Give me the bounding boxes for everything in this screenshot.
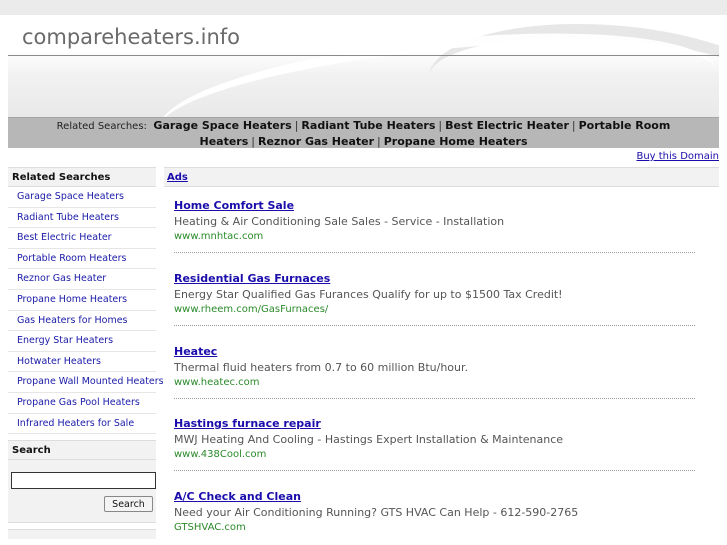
ad-item: Hastings furnace repair MWJ Heating And … xyxy=(174,416,695,471)
sidebar: Related Searches Garage Space Heaters Ra… xyxy=(8,167,164,540)
ad-title-link[interactable]: Heatec xyxy=(174,344,695,360)
sidebar-item[interactable]: Energy Star Heaters xyxy=(8,331,156,352)
related-searches-bar: Related Searches: Garage Space Heaters | R… xyxy=(8,117,719,148)
sidebar-item[interactable]: Garage Space Heaters xyxy=(8,187,156,208)
sidebar-item[interactable]: Propane Gas Pool Heaters xyxy=(8,392,156,414)
title-divider xyxy=(8,55,719,56)
sidebar-item[interactable]: Portable Room Heaters xyxy=(8,248,156,270)
sidebar-heading: Related Searches xyxy=(8,167,156,187)
ad-url-link[interactable]: www.438Cool.com xyxy=(174,448,695,462)
sidebar-bottom xyxy=(8,529,156,540)
sidebar-item[interactable]: Propane Home Heaters xyxy=(8,289,156,311)
ad-description: MWJ Heating And Cooling - Hastings Exper… xyxy=(174,433,564,446)
related-link[interactable]: Propane Home Heaters xyxy=(384,135,528,148)
ad-description: Energy Star Qualified Gas Furances Quali… xyxy=(174,288,563,301)
search-input[interactable] xyxy=(11,472,156,490)
search-heading: Search xyxy=(8,440,156,461)
top-bar xyxy=(0,0,727,15)
ad-title-link[interactable]: Home Comfort Sale xyxy=(174,198,695,214)
ad-url-link[interactable]: www.heatec.com xyxy=(174,376,695,390)
ad-description: Need your Air Conditioning Running? GTS … xyxy=(174,506,579,519)
sidebar-item[interactable]: Hotwater Heaters xyxy=(8,351,156,373)
separator: | xyxy=(377,135,381,148)
separator: | xyxy=(571,119,576,132)
ads-link[interactable]: Ads xyxy=(164,167,719,187)
ad-description: Thermal fluid heaters from 0.7 to 60 mil… xyxy=(174,361,469,374)
ad-url-link[interactable]: www.rheem.com/GasFurnaces/ xyxy=(174,303,695,317)
buy-domain-link[interactable]: Buy this Domain xyxy=(636,151,719,162)
separator: | xyxy=(294,119,299,132)
related-link[interactable]: Reznor Gas Heater xyxy=(258,135,374,148)
ad-url-link[interactable]: GTSHVAC.com xyxy=(174,521,695,535)
sidebar-item[interactable]: Radiant Tube Heaters xyxy=(8,207,156,229)
sidebar-item[interactable]: Reznor Gas Heater xyxy=(8,269,156,290)
related-link[interactable]: Radiant Tube Heaters xyxy=(301,119,435,132)
sidebar-item[interactable]: Propane Wall Mounted Heaters xyxy=(8,372,164,393)
ad-item: A/C Check and Clean Need your Air Condit… xyxy=(174,489,695,544)
sidebar-item[interactable]: Gas Heaters for Homes xyxy=(8,310,156,332)
sidebar-item[interactable]: Best Electric Heater xyxy=(8,228,156,249)
ad-title-link[interactable]: Hastings furnace repair xyxy=(174,416,695,432)
ad-url-link[interactable]: www.mnhtac.com xyxy=(174,230,695,244)
related-link[interactable]: Best Electric Heater xyxy=(445,119,569,132)
ad-description: Heating & Air Conditioning Sale Sales - … xyxy=(174,215,505,228)
site-title[interactable]: compareheaters.info xyxy=(22,25,240,49)
search-panel: Search xyxy=(8,460,156,524)
main-content: Ads Home Comfort Sale Heating & Air Cond… xyxy=(164,167,719,533)
ad-item: Residential Gas Furnaces Energy Star Qua… xyxy=(174,271,695,326)
ad-item: Home Comfort Sale Heating & Air Conditio… xyxy=(174,198,695,253)
ad-title-link[interactable]: A/C Check and Clean xyxy=(174,489,695,505)
ad-item: Heatec Thermal fluid heaters from 0.7 to… xyxy=(174,344,695,399)
site-header: compareheaters.info xyxy=(8,15,719,117)
sidebar-item[interactable]: Infrared Heaters for Sale xyxy=(8,413,156,435)
ad-title-link[interactable]: Residential Gas Furnaces xyxy=(174,271,695,287)
separator: | xyxy=(438,119,443,132)
separator: | xyxy=(251,135,255,148)
search-button[interactable]: Search xyxy=(104,496,153,513)
related-link[interactable]: Garage Space Heaters xyxy=(153,119,291,132)
related-searches-label: Related Searches: xyxy=(56,121,147,132)
